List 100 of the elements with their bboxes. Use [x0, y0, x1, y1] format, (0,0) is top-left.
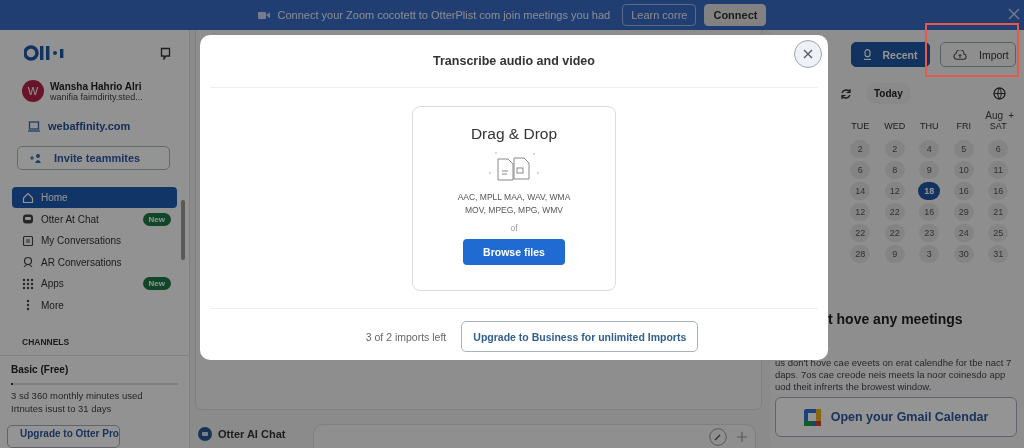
close-icon — [803, 49, 813, 59]
document-icon — [22, 234, 34, 247]
user-email: wanifia faimdirity.sted... — [50, 91, 143, 102]
close-icon[interactable] — [1008, 8, 1020, 20]
chat-input[interactable] — [313, 424, 756, 448]
calendar-day[interactable]: 22 — [884, 203, 905, 221]
microphone-icon — [863, 49, 871, 60]
weekday-label: WED — [884, 121, 906, 133]
nav-item[interactable]: My Conversations — [12, 230, 177, 251]
workspace-link[interactable]: webaffinity.com — [48, 120, 131, 133]
calendar-day[interactable]: 11 — [988, 161, 1009, 179]
banner-message: Connect your Zoom cocotett to OtterPlist com join meetings you had — [277, 9, 611, 21]
notification-icon[interactable] — [160, 46, 171, 60]
calendar-day[interactable]: 16 — [953, 182, 974, 200]
calendar-day[interactable]: 3 — [919, 245, 940, 263]
plus-icon[interactable] — [737, 431, 747, 442]
video-camera-icon — [257, 10, 270, 20]
calendar-day[interactable]: 18 — [918, 182, 941, 200]
calendar-day[interactable]: 12 — [884, 182, 905, 200]
calendar-day[interactable]: 2 — [850, 140, 871, 158]
globe-icon[interactable] — [993, 87, 1006, 100]
nav-item[interactable]: Home — [12, 187, 177, 208]
nav-item[interactable]: AR Conversations — [12, 251, 177, 273]
calendar-day[interactable]: 9 — [884, 245, 905, 263]
files-icon — [486, 149, 542, 183]
browse-files-button[interactable]: Browse files — [463, 239, 565, 265]
add-button[interactable]: + — [1008, 110, 1014, 121]
format-list: AAC, MPLL MAA, WAV, WMA — [457, 191, 571, 204]
calendar-day[interactable]: 6 — [850, 161, 871, 179]
upgrade-button[interactable]: Upgrade to Otter Pro — [7, 425, 120, 448]
home-icon — [22, 191, 34, 204]
calendar-day[interactable]: 5 — [953, 140, 974, 158]
today-button[interactable]: Today — [866, 83, 911, 104]
calendar-day[interactable]: 23 — [919, 224, 940, 242]
nav-label: My Conversations — [41, 235, 123, 247]
calendar-day[interactable]: 8 — [884, 161, 905, 179]
calendar-day[interactable]: 22 — [884, 224, 905, 242]
calendar-day[interactable]: 6 — [988, 140, 1009, 158]
nav-label: AR Conversations — [41, 256, 123, 268]
calendar-day[interactable]: 22 — [850, 224, 871, 242]
calendar-day[interactable]: 24 — [953, 224, 974, 242]
user-avatar[interactable]: W — [22, 80, 44, 103]
nav-item[interactable]: Otter At Chat New — [12, 208, 177, 230]
nav-label: Home — [41, 192, 69, 204]
nav-item[interactable]: More — [12, 294, 177, 316]
calendar-day[interactable]: 9 — [919, 161, 940, 179]
weekday-label: TUE — [851, 121, 870, 133]
add-people-icon — [30, 153, 42, 164]
calendar-day[interactable]: 29 — [953, 203, 974, 221]
upgrade-business-button[interactable]: Upgrade to Business for unlimited Imports — [461, 321, 699, 352]
calendar-day[interactable]: 16 — [988, 182, 1009, 200]
calendar-day[interactable]: 21 — [988, 203, 1009, 221]
calendar-day[interactable]: 16 — [919, 203, 940, 221]
connect-button[interactable]: Connect — [704, 4, 767, 26]
weekday-label: FRI — [956, 121, 971, 133]
cloud-upload-icon — [953, 49, 967, 60]
chat-title: Otter AI Chat — [218, 428, 286, 440]
grid-icon — [22, 277, 34, 290]
gmail-calendar-button[interactable]: Open your Gmail Calendar — [775, 397, 1017, 437]
meetings-heading: t hove any meetings — [828, 311, 964, 327]
separator-text: of — [510, 223, 518, 233]
calendar-day[interactable]: 31 — [988, 245, 1009, 263]
nav-label: More — [41, 299, 65, 311]
calendar-day[interactable]: 14 — [850, 182, 871, 200]
calendar-day[interactable]: 28 — [850, 245, 871, 263]
calendar-day[interactable]: 10 — [953, 161, 974, 179]
close-button[interactable] — [794, 40, 822, 68]
calendar-day[interactable]: 12 — [850, 203, 871, 221]
new-badge: New — [142, 212, 171, 226]
calendar-icon — [803, 408, 821, 426]
modal-title: Transcribe audio and video — [433, 54, 595, 68]
learn-more-button[interactable]: Learn corre — [622, 4, 697, 26]
user-name: Wansha Hahrio Alri — [50, 80, 143, 92]
scrollbar[interactable] — [181, 200, 185, 260]
meetings-description: us don't hove cae eveets on erat calendhe for tbe nact 7 daps. 7os cae creode neis meets la noor coinesdo app uod theit infrerts the browest window. — [775, 357, 1013, 393]
calendar-day[interactable]: 25 — [988, 224, 1009, 242]
import-button[interactable]: Import — [940, 42, 1016, 67]
weekday-label: SAT — [989, 121, 1007, 133]
plan-name: Basic (Free) — [11, 364, 70, 376]
section-heading: CHANNELS — [22, 337, 71, 348]
weekday-label: THU — [920, 121, 939, 133]
month-label: Aug — [985, 110, 1004, 121]
person-icon — [22, 256, 34, 269]
nav-label: Apps — [41, 278, 65, 290]
invite-button[interactable]: Invite teammites — [17, 146, 170, 171]
nav-item[interactable]: Apps New — [12, 273, 177, 294]
calendar-day[interactable]: 4 — [919, 140, 940, 158]
pen-icon[interactable] — [709, 427, 727, 446]
calendar-day[interactable]: 2 — [884, 140, 905, 158]
imports-left-text: 3 of 2 imports left — [365, 330, 447, 343]
new-badge: New — [142, 277, 171, 291]
drop-title: Drag & Drop — [470, 125, 558, 143]
format-list: MOV, MPEG, MPG, WMV — [457, 204, 571, 217]
nav-label: Otter At Chat — [41, 213, 100, 225]
refresh-icon[interactable] — [840, 87, 852, 100]
drop-zone[interactable]: Drag & Drop AAC, MPLL MAA, WAV, WMA MOV, MPEG, MPG, WMV of Browse files — [412, 106, 616, 291]
reset-text: Irtnutes isust to 31 days — [11, 402, 113, 416]
recent-button[interactable]: Recent — [851, 42, 930, 67]
usage-text: 3 sd 360 monthly minutes used — [11, 389, 144, 403]
calendar-day[interactable]: 30 — [953, 245, 974, 263]
